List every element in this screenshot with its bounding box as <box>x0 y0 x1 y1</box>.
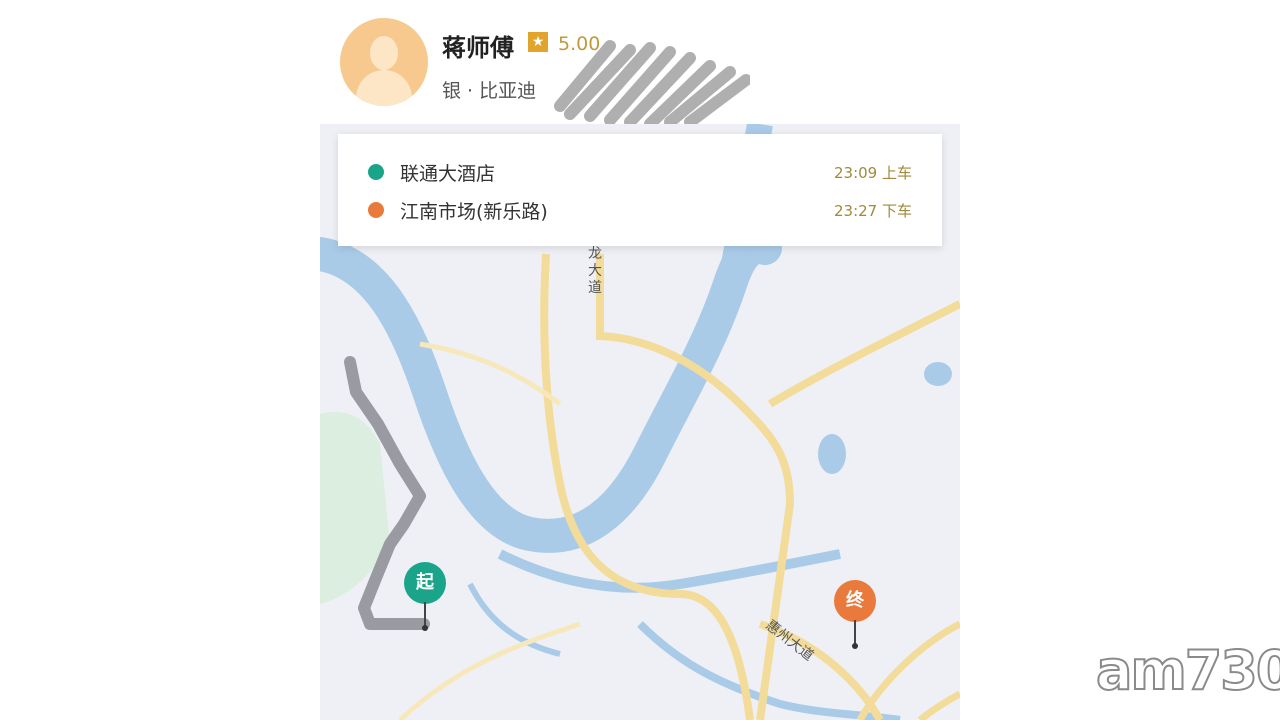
watermark-logo: am730 <box>1095 639 1280 703</box>
trip-card: 联通大酒店 23:09 上车 江南市场(新乐路) 23:27 下车 <box>338 134 942 246</box>
end-pin-base <box>852 643 858 649</box>
destination-name: 江南市场(新乐路) <box>400 201 548 223</box>
driver-header: 蒋师傅 ★ 5.00 银 · 比亚迪 <box>320 0 960 124</box>
destination-dot-icon <box>368 202 384 218</box>
lake <box>818 434 846 474</box>
destination-stop[interactable]: 江南市场(新乐路) 23:27 下车 <box>338 196 942 226</box>
end-pin[interactable]: 终 <box>834 580 876 622</box>
driver-avatar[interactable] <box>340 18 428 106</box>
start-pin[interactable]: 起 <box>404 562 446 604</box>
end-pin-stem <box>854 620 856 644</box>
origin-time: 23:09 上车 <box>834 164 912 182</box>
start-pin-base <box>422 625 428 631</box>
app-screen: 龙大道 惠州大道 起 终 蒋师傅 ★ 5.00 银 · 比亚迪 联通大酒店 23… <box>320 0 960 720</box>
car-info: 银 · 比亚迪 <box>442 80 537 102</box>
origin-name: 联通大酒店 <box>400 163 496 185</box>
driver-name: 蒋师傅 <box>442 34 514 62</box>
star-icon: ★ <box>528 32 548 52</box>
avatar-head <box>370 36 398 70</box>
origin-dot-icon <box>368 164 384 180</box>
redaction-scribble <box>554 40 750 124</box>
origin-stop[interactable]: 联通大酒店 23:09 上车 <box>338 158 942 188</box>
destination-time: 23:27 下车 <box>834 202 912 220</box>
avatar-body <box>356 70 412 106</box>
road-label-north: 龙大道 <box>588 246 602 296</box>
start-pin-stem <box>424 602 426 626</box>
